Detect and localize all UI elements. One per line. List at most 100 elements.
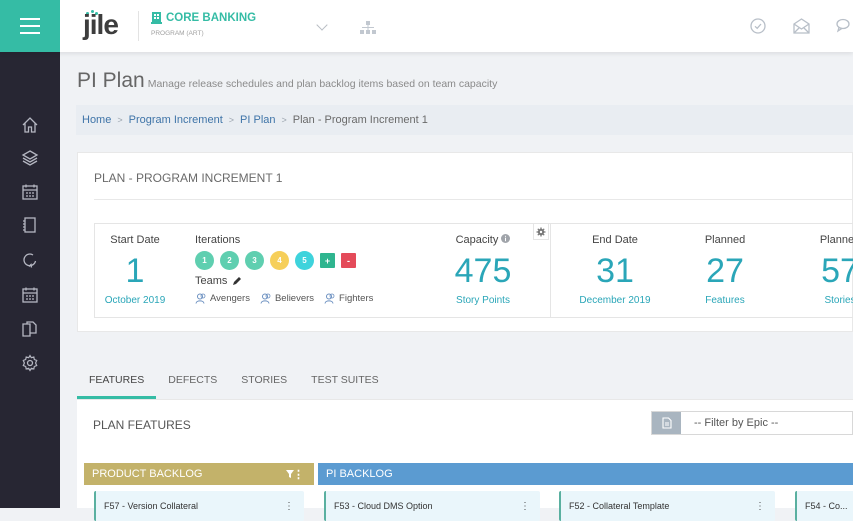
logo[interactable]: jile [83, 9, 119, 41]
chevron-right-icon: > [281, 115, 287, 125]
pencil-icon[interactable] [232, 276, 242, 286]
divider [550, 224, 551, 317]
breadcrumb-program-increment[interactable]: Program Increment [129, 114, 223, 126]
program-title: CORE BANKING [166, 12, 257, 24]
home-icon[interactable] [21, 116, 39, 134]
gear-icon[interactable] [21, 354, 39, 372]
product-backlog-column: PRODUCT BACKLOG ⋮ F57 - Version Collater… [84, 463, 314, 521]
start-date-value: 1 [125, 252, 145, 290]
iteration-badge[interactable]: 5 [295, 251, 314, 270]
feature-card[interactable]: F53 - Cloud DMS Option ⋮ [324, 491, 540, 521]
tab-stories[interactable]: STORIES [229, 365, 299, 399]
top-bar: jile CORE BANKING PROGRAM (ART) [0, 0, 853, 52]
copy-icon[interactable] [21, 320, 39, 338]
iterations-label: Iterations [195, 234, 241, 246]
page-subtitle: Manage release schedules and plan backlo… [147, 78, 498, 90]
planned-stories-stat: Planned 57 Stories [800, 224, 853, 306]
building-icon [151, 12, 162, 24]
check-circle-icon[interactable] [750, 18, 766, 34]
more-vertical-icon[interactable]: ⋮ [520, 501, 530, 512]
gear-icon [536, 227, 546, 236]
epic-filter[interactable]: -- Filter by Epic -- [651, 411, 853, 435]
breadcrumb-pi-plan[interactable]: PI Plan [240, 114, 275, 126]
info-icon[interactable] [501, 234, 511, 243]
iteration-badge[interactable]: 1 [195, 251, 214, 270]
pi-backlog-column: PI BACKLOG F53 - Cloud DMS Option ⋮ F52 … [318, 463, 853, 521]
planned-features-unit: Features [705, 295, 745, 306]
team-name: Fighters [339, 293, 374, 304]
end-date-month: December 2019 [579, 295, 651, 306]
start-date-label: Start Date [110, 234, 160, 246]
envelope-open-icon[interactable] [793, 18, 810, 34]
column-body: F57 - Version Collateral ⋮ [84, 485, 314, 521]
calendar-icon[interactable] [21, 183, 39, 201]
breadcrumb-home[interactable]: Home [82, 114, 111, 126]
end-date-value: 31 [596, 252, 634, 290]
iteration-badge[interactable]: 2 [220, 251, 239, 270]
chevron-right-icon: > [228, 115, 235, 125]
feature-card[interactable]: F52 - Collateral Template ⋮ [559, 491, 775, 521]
planned-features-stat: Planned 27 Features [685, 224, 765, 306]
team-item[interactable]: Believers [260, 293, 314, 304]
epic-filter-select[interactable]: -- Filter by Epic -- [681, 412, 778, 434]
iteration-badge[interactable]: 4 [270, 251, 289, 270]
more-vertical-icon[interactable]: ⋮ [293, 468, 304, 481]
program-selector[interactable]: CORE BANKING [151, 12, 256, 24]
card-title: F53 - Cloud DMS Option [334, 501, 433, 511]
feature-card[interactable]: F57 - Version Collateral ⋮ [94, 491, 304, 521]
start-date-stat: Start Date 1 October 2019 [95, 224, 175, 306]
end-date-stat: End Date 31 December 2019 [560, 224, 670, 306]
plan-title: PLAN - PROGRAM INCREMENT 1 [94, 171, 283, 185]
tab-defects[interactable]: DEFECTS [156, 365, 229, 399]
feature-card[interactable]: F54 - Co... [795, 491, 853, 521]
plan-features-panel: PLAN FEATURES -- Filter by Epic -- PRODU… [77, 399, 853, 521]
chat-icon[interactable] [836, 18, 853, 34]
breadcrumb: Home > Program Increment > PI Plan > Pla… [76, 105, 853, 135]
team-name: Believers [274, 293, 315, 304]
layers-icon[interactable] [21, 149, 39, 167]
divider [138, 11, 139, 41]
capacity-unit: Story Points [456, 295, 510, 306]
tab-test-suites[interactable]: TEST SUITES [299, 365, 391, 399]
remove-iteration-button[interactable]: - [341, 253, 356, 268]
planned-stories-value: 57 [821, 252, 853, 290]
plan-stats: Start Date 1 October 2019 Iterations 1 2… [94, 223, 853, 318]
menu-icon[interactable] [0, 0, 60, 52]
tab-features[interactable]: FEATURES [77, 365, 157, 399]
card-title: F54 - Co... [805, 501, 848, 511]
more-vertical-icon[interactable]: ⋮ [284, 501, 294, 512]
tab-bar: FEATURES DEFECTS STORIES TEST SUITES [77, 365, 391, 399]
users-icon [195, 293, 206, 304]
capacity-label: Capacity [455, 234, 499, 246]
document-icon [652, 412, 681, 434]
add-iteration-button[interactable]: + [320, 253, 335, 268]
refresh-icon[interactable] [21, 251, 39, 269]
calendar-icon[interactable] [21, 286, 39, 304]
iterations-list: 1 2 3 4 5 + - [195, 251, 373, 270]
teams-heading: Teams [195, 275, 373, 287]
team-name: Avengers [210, 293, 250, 304]
notebook-icon[interactable] [21, 216, 39, 234]
more-vertical-icon[interactable]: ⋮ [755, 501, 765, 512]
planned-features-label: Planned [704, 234, 746, 246]
capacity-stat: Capacity 475 Story Points [425, 224, 541, 306]
team-item[interactable]: Avengers [195, 293, 250, 304]
page-title: PI Plan Manage release schedules and plan… [77, 69, 497, 93]
plan-features-title: PLAN FEATURES [93, 418, 191, 432]
team-item[interactable]: Fighters [324, 293, 373, 304]
iteration-badge[interactable]: 3 [245, 251, 264, 270]
page-title-text: PI Plan [77, 69, 145, 92]
capacity-settings-button[interactable] [533, 224, 549, 240]
end-date-label: End Date [592, 234, 638, 246]
hierarchy-icon[interactable] [360, 21, 376, 34]
chevron-down-icon[interactable] [316, 19, 328, 31]
column-title: PRODUCT BACKLOG [92, 468, 203, 480]
column-header: PRODUCT BACKLOG ⋮ [84, 463, 314, 485]
chevron-right-icon: > [117, 115, 123, 125]
capacity-value: 475 [454, 252, 512, 290]
planned-features-value: 27 [706, 252, 744, 290]
users-icon [260, 293, 271, 304]
column-header: PI BACKLOG [318, 463, 853, 485]
iterations-block: Iterations 1 2 3 4 5 + - Teams Avengers … [195, 224, 373, 304]
card-title: F57 - Version Collateral [104, 501, 199, 511]
